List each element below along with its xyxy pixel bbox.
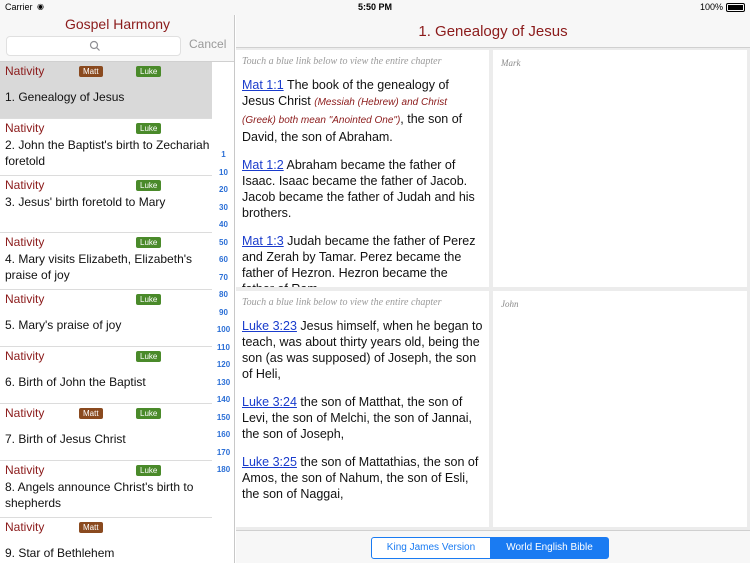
passage-title: 3. Jesus' birth foretold to Mary	[5, 195, 166, 209]
passage-title: 2. John the Baptist's birth to Zechariah…	[5, 138, 210, 168]
status-bar: Carrier ◉ 5:50 PM 100%	[0, 0, 750, 15]
index-entry[interactable]: 20	[212, 185, 235, 194]
category-label: Nativity	[5, 64, 45, 78]
verse: Mat 1:1 The book of the genealogy of Jes…	[242, 77, 483, 145]
detail-header: 1. Genealogy of Jesus	[236, 15, 750, 48]
verse-link[interactable]: Mat 1:1	[242, 78, 284, 92]
passage-title: 9. Star of Bethlehem	[5, 546, 115, 560]
passage-title: 5. Mary's praise of joy	[5, 318, 122, 332]
hint-text: Touch a blue link below to view the enti…	[242, 56, 442, 67]
list-item[interactable]: Nativity Matt Luke 1. Genealogy of Jesus	[0, 62, 212, 119]
verse: Mat 1:2 Abraham became the father of Isa…	[242, 157, 483, 221]
luke-badge: Luke	[136, 237, 162, 248]
passage-list: Nativity Matt Luke 1. Genealogy of Jesus Nat…	[0, 62, 212, 563]
index-entry[interactable]: 100	[212, 325, 235, 334]
luke-badge: Luke	[136, 66, 162, 77]
clock: 5:50 PM	[357, 2, 392, 12]
verse: Luke 3:24 the son of Matthat, the son of…	[242, 394, 483, 442]
matthew-panel: Touch a blue link below to view the enti…	[236, 50, 489, 287]
cancel-button[interactable]: Cancel	[189, 37, 226, 51]
battery-percent: 100%	[699, 2, 723, 12]
version-toolbar: King James Version World English Bible	[236, 530, 750, 563]
search-icon	[89, 40, 100, 51]
category-label: Nativity	[5, 121, 45, 135]
category-label: Nativity	[5, 463, 45, 477]
index-entry[interactable]: 40	[212, 220, 235, 229]
luke-badge: Luke	[136, 123, 162, 134]
app-title: Gospel Harmony	[64, 16, 171, 32]
passage-title: 1. Genealogy of Jesus	[5, 90, 125, 104]
kjv-tab[interactable]: King James Version	[371, 537, 491, 559]
index-entry[interactable]: 160	[212, 430, 235, 439]
verse: Luke 3:23 Jesus himself, when he began t…	[242, 318, 483, 382]
category-label: Nativity	[5, 235, 45, 249]
luke-badge: Luke	[136, 465, 162, 476]
verse: Luke 3:25 the son of Mattathias, the son…	[242, 454, 483, 502]
index-entry[interactable]: 80	[212, 290, 235, 299]
john-panel: John	[493, 291, 747, 527]
verse-link[interactable]: Mat 1:3	[242, 234, 284, 248]
category-label: Nativity	[5, 178, 45, 192]
verse-link[interactable]: Luke 3:25	[242, 455, 297, 469]
category-label: Nativity	[5, 349, 45, 363]
luke-badge: Luke	[136, 408, 162, 419]
luke-badge: Luke	[136, 180, 162, 191]
category-label: Nativity	[5, 520, 45, 534]
sidebar-header: Gospel Harmony Cancel	[0, 15, 234, 62]
list-item[interactable]: Nativity Luke 8. Angels announce Christ's …	[0, 461, 212, 518]
matt-badge: Matt	[79, 522, 103, 533]
index-entry[interactable]: 70	[212, 273, 235, 282]
detail-pane: 1. Genealogy of Jesus Touch a blue link …	[236, 15, 750, 563]
list-item[interactable]: Nativity Matt Luke 7. Birth of Jesus Christ	[0, 404, 212, 461]
mark-label: Mark	[501, 58, 521, 68]
luke-badge: Luke	[136, 351, 162, 362]
passage-title: 8. Angels announce Christ's birth to she…	[5, 480, 194, 510]
matt-badge: Matt	[79, 66, 103, 77]
section-index[interactable]: 1 10 20 30 40 50 60 70 80 90 100 110 120 130 140 150 160…	[212, 62, 235, 563]
index-entry[interactable]: 110	[212, 343, 235, 352]
list-item[interactable]: Nativity Luke 4. Mary visits Elizabeth, El…	[0, 233, 212, 290]
verse-link[interactable]: Mat 1:2	[242, 158, 284, 172]
passage-title: 6. Birth of John the Baptist	[5, 375, 146, 389]
verse-link[interactable]: Luke 3:24	[242, 395, 297, 409]
index-entry[interactable]: 50	[212, 238, 235, 247]
john-label: John	[501, 299, 519, 309]
category-label: Nativity	[5, 406, 45, 420]
battery-icon	[726, 3, 745, 12]
web-tab[interactable]: World English Bible	[490, 537, 609, 559]
index-entry[interactable]: 150	[212, 413, 235, 422]
index-entry[interactable]: 90	[212, 308, 235, 317]
matt-badge: Matt	[79, 408, 103, 419]
detail-title: 1. Genealogy of Jesus	[418, 23, 568, 40]
index-entry[interactable]: 1	[212, 150, 235, 159]
list-item[interactable]: Nativity Luke 2. John the Baptist's birth …	[0, 119, 212, 176]
verse-link[interactable]: Luke 3:23	[242, 319, 297, 333]
index-entry[interactable]: 120	[212, 360, 235, 369]
category-label: Nativity	[5, 292, 45, 306]
luke-badge: Luke	[136, 294, 162, 305]
index-entry[interactable]: 130	[212, 378, 235, 387]
list-item[interactable]: Nativity Luke 5. Mary's praise of joy	[0, 290, 212, 347]
list-item[interactable]: Nativity Luke 6. Birth of John the Baptist	[0, 347, 212, 404]
index-entry[interactable]: 180	[212, 465, 235, 474]
index-entry[interactable]: 60	[212, 255, 235, 264]
passage-title: 4. Mary visits Elizabeth, Elizabeth's pr…	[5, 252, 193, 282]
index-entry[interactable]: 30	[212, 203, 235, 212]
luke-panel: Touch a blue link below to view the enti…	[236, 291, 489, 527]
index-entry[interactable]: 170	[212, 448, 235, 457]
index-entry[interactable]: 140	[212, 395, 235, 404]
verse: Mat 1:3 Judah became the father of Perez…	[242, 233, 483, 287]
list-item[interactable]: Nativity Matt 9. Star of Bethlehem	[0, 518, 212, 563]
index-entry[interactable]: 10	[212, 168, 235, 177]
mark-panel: Mark	[493, 50, 747, 287]
sidebar: Gospel Harmony Cancel Nativity Matt Luke 1.…	[0, 15, 235, 563]
passage-title: 7. Birth of Jesus Christ	[5, 432, 126, 446]
hint-text: Touch a blue link below to view the enti…	[242, 297, 442, 308]
search-input[interactable]	[6, 36, 181, 56]
list-item[interactable]: Nativity Luke 3. Jesus' birth foretold to …	[0, 176, 212, 233]
